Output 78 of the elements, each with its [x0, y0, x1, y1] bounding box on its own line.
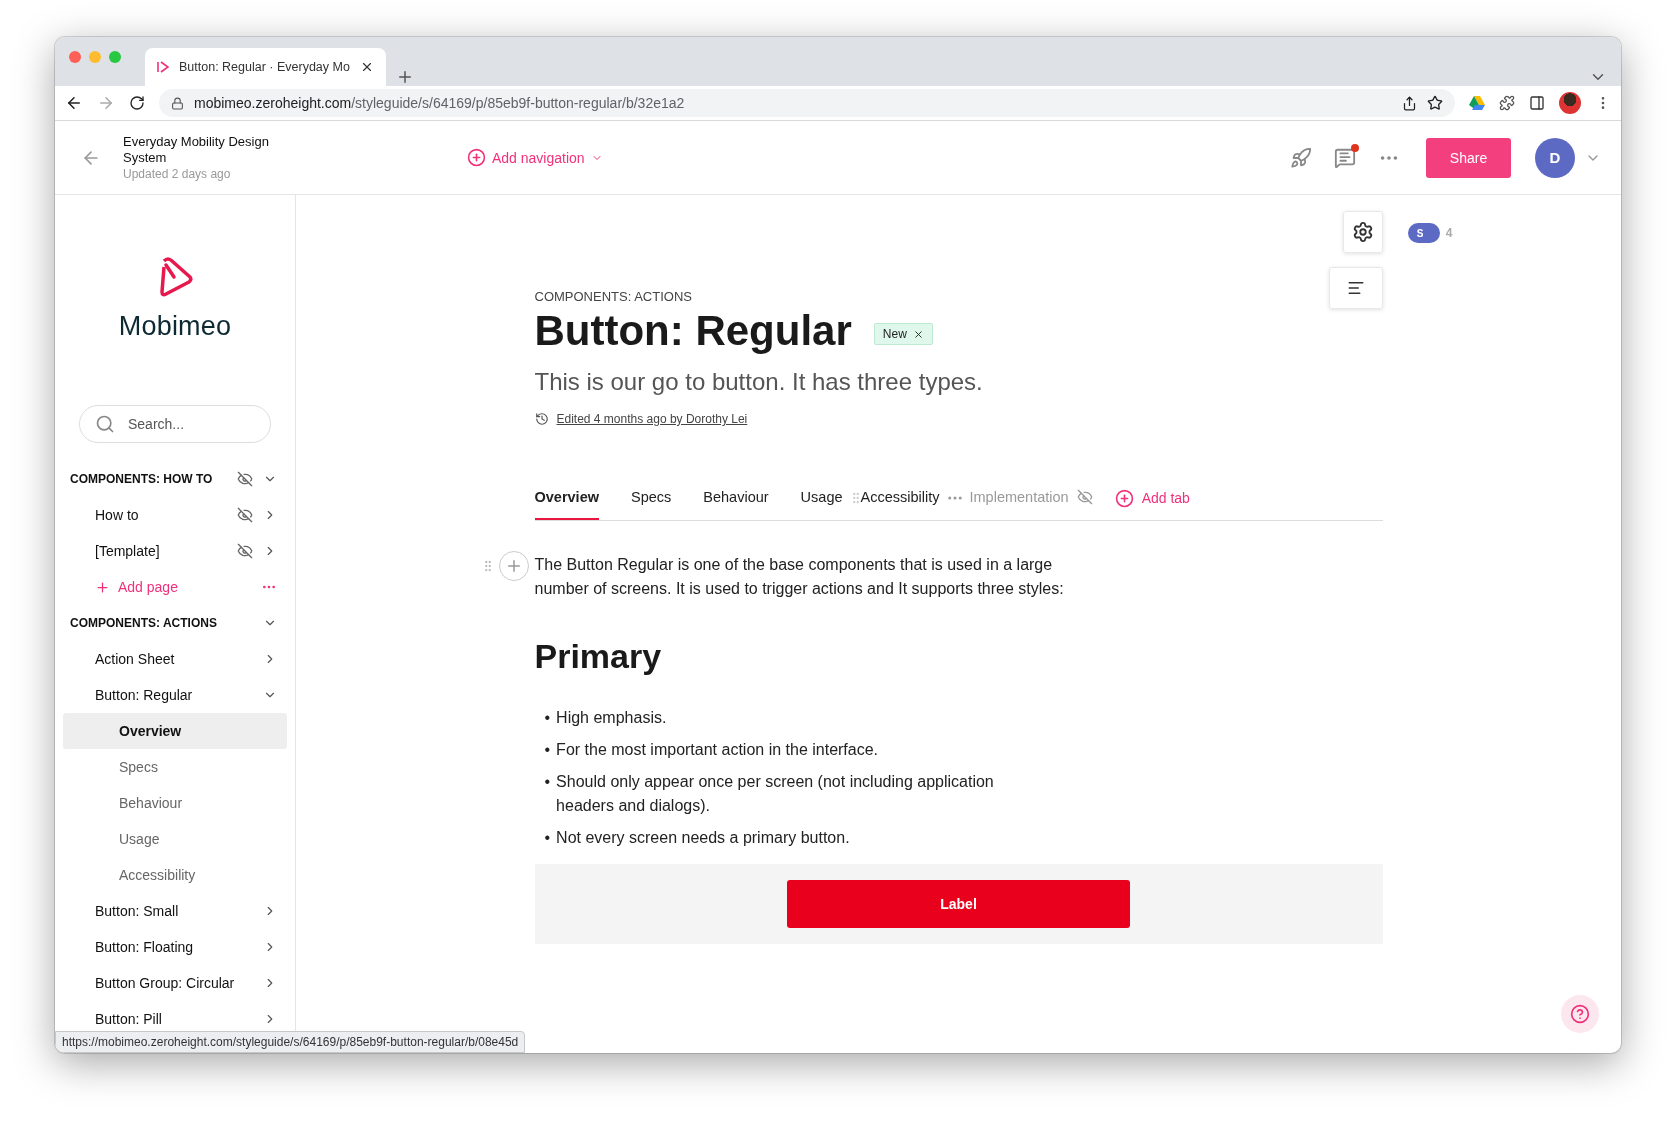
sidebar-item[interactable]: Action Sheet	[95, 651, 253, 667]
add-page-link[interactable]: Add page	[95, 579, 251, 595]
status-url: https://mobimeo.zeroheight.com/styleguide/s/64169/p/85eb9f-button-regular/b/08e45d	[55, 1031, 526, 1053]
close-icon[interactable]	[912, 328, 924, 340]
help-icon	[1570, 1004, 1590, 1024]
page-title: Button: Regular	[534, 306, 852, 356]
lock-icon	[171, 96, 184, 110]
settings-button[interactable]	[1342, 211, 1383, 253]
comments-icon[interactable]	[1334, 146, 1356, 169]
hidden-icon	[1076, 489, 1093, 505]
share-button[interactable]: Share	[1426, 137, 1511, 178]
presence-count: 4	[1445, 226, 1453, 240]
bullet-item: For the most important action in the interface.	[556, 740, 879, 760]
sidebar-item[interactable]: [Template]	[95, 543, 227, 559]
hidden-icon	[237, 471, 253, 487]
drive-icon[interactable]	[1469, 96, 1485, 110]
help-button[interactable]	[1561, 995, 1599, 1033]
share-icon[interactable]	[1402, 95, 1417, 111]
add-tab-button[interactable]: Add tab	[1114, 476, 1190, 520]
bullet-item: Should only appear once per screen (not including application headers and dialogs).	[556, 772, 995, 816]
lines-icon	[1346, 279, 1365, 297]
new-tag[interactable]: New	[873, 323, 933, 345]
table-of-contents-button[interactable]	[1328, 267, 1383, 309]
hidden-icon	[237, 507, 253, 523]
plus-icon	[95, 579, 110, 595]
edited-link[interactable]: Edited 4 months ago by Dorothy Lei	[556, 412, 748, 426]
design-system-title: Everyday Mobility Design System	[123, 133, 270, 166]
page-tab[interactable]: Behaviour	[703, 476, 769, 520]
sidebar-item[interactable]: Button: Regular	[95, 687, 253, 703]
sidebar-item[interactable]: Button Group: Circular	[95, 975, 253, 991]
sidebar-item[interactable]: Button: Floating	[95, 939, 253, 955]
sidebar-subitem[interactable]: Usage	[63, 821, 287, 857]
page-tab[interactable]: Overview	[534, 476, 599, 520]
reload-icon[interactable]	[129, 95, 145, 111]
search-icon	[95, 414, 115, 434]
plus-circle-icon	[467, 148, 486, 167]
user-avatar[interactable]: D	[1535, 137, 1575, 178]
bullet-item: High emphasis.	[556, 708, 667, 728]
bullet-marker: •	[544, 708, 551, 728]
profile-avatar[interactable]	[1559, 92, 1581, 114]
back-icon[interactable]	[65, 94, 83, 112]
add-navigation-button[interactable]: Add navigation	[463, 144, 607, 171]
star-icon[interactable]	[1427, 95, 1443, 111]
page-tab[interactable]: Specs	[631, 476, 672, 520]
extensions-icon[interactable]	[1499, 95, 1515, 111]
sidebar-item[interactable]: Button: Small	[95, 903, 253, 919]
sidebar-item[interactable]: Button: Pill	[95, 1011, 253, 1027]
sidebar-subitem[interactable]: Accessibility	[63, 857, 287, 893]
label-button[interactable]: Label	[787, 880, 1130, 928]
side-panel-icon[interactable]	[1529, 95, 1545, 111]
settings-icon	[1351, 221, 1374, 243]
browser-tab[interactable]: Button: Regular · Everyday Mo	[145, 48, 386, 86]
bullet-item: Not every screen needs a primary button.	[556, 828, 850, 848]
intro-paragraph: The Button Regular is one of the base components that is used in a large number of screens. It is used to trigger actions and It supports three styles:	[534, 555, 1065, 599]
search-field[interactable]: Search...	[79, 405, 271, 443]
page-category: COMPONENTS: ACTIONS	[534, 289, 693, 304]
presence-avatar: S	[1407, 223, 1440, 243]
updated-text: Updated 2 days ago	[123, 165, 232, 182]
page-subtitle: This is our go to button. It has three types.	[534, 368, 984, 396]
sidebar-subitem[interactable]: Specs	[63, 749, 287, 785]
logo-text: Mobimeo	[118, 311, 232, 342]
page-tab[interactable]: Usage	[800, 476, 843, 520]
sidebar-subitem[interactable]: Behaviour	[63, 785, 287, 821]
sidebar-subitem[interactable]: Overview	[63, 713, 287, 749]
bullet-marker: •	[544, 740, 551, 760]
address-bar[interactable]: mobimeo.zeroheight.com/styleguide/s/64169/p/85eb9f-button-regular/b/32e1a2	[159, 89, 1455, 117]
favicon-icon	[157, 61, 169, 73]
sidebar-item[interactable]: How to	[95, 507, 227, 523]
rocket-icon[interactable]	[1290, 146, 1312, 169]
section-title[interactable]: COMPONENTS: HOW TO	[70, 472, 227, 486]
bullet-marker: •	[544, 828, 551, 848]
bullet-marker: •	[544, 772, 551, 792]
hidden-icon	[237, 543, 253, 559]
history-icon	[534, 412, 549, 426]
section-heading: Primary	[534, 637, 663, 676]
plus-circle-icon	[1114, 488, 1134, 508]
section-title[interactable]: COMPONENTS: ACTIONS	[70, 616, 253, 630]
page-tab[interactable]: Accessibility	[860, 476, 940, 520]
